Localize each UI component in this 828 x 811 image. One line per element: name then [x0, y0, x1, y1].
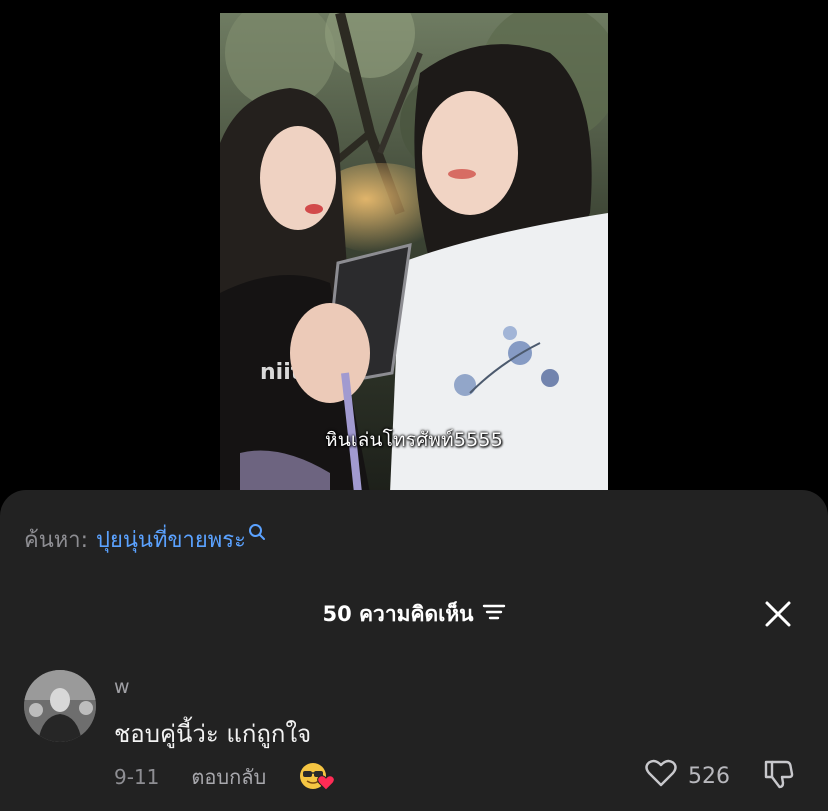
video-caption: หินเล่นโทรศัพท์5555 — [324, 429, 504, 451]
like-group: 526 — [644, 758, 730, 794]
comment-meta: 9-11 ตอบกลับ — [114, 760, 336, 794]
avatar[interactable] — [24, 670, 96, 742]
video-player[interactable]: niith หินเล่นโทรศัพท์5555 — [220, 13, 608, 493]
close-icon — [765, 601, 791, 627]
heart-icon — [317, 775, 336, 791]
comment-text: ชอบคู่นี้ว่ะ แก่ถูกใจ — [114, 720, 312, 748]
like-icon[interactable] — [644, 758, 678, 794]
video-frame-image: niith — [220, 13, 608, 493]
search-term-link[interactable]: ปุยนุ่นที่ขายพระ — [96, 522, 246, 557]
like-count: 526 — [688, 763, 730, 789]
dislike-button[interactable] — [762, 758, 796, 794]
reply-button[interactable]: ตอบกลับ — [191, 761, 266, 793]
comment-username[interactable]: w — [114, 676, 130, 698]
page: niith หินเล่นโทรศัพท์5555 ค้นหา: ปุยนุ่น… — [0, 0, 828, 811]
reaction-badge[interactable] — [298, 760, 336, 794]
comment-date: 9-11 — [114, 765, 160, 789]
search-prefix-label: ค้นหา: — [24, 528, 89, 553]
search-icon — [248, 522, 266, 547]
comments-sheet: ค้นหา: ปุยนุ่นที่ขายพระ 50 ความคิดเห็น w… — [0, 490, 828, 811]
comments-header: 50 ความคิดเห็น — [0, 598, 828, 631]
dislike-icon — [764, 760, 794, 789]
related-search[interactable]: ค้นหา: ปุยนุ่นที่ขายพระ — [24, 522, 266, 557]
comments-count-title: 50 ความคิดเห็น — [322, 602, 474, 626]
comment-item: w ชอบคู่นี้ว่ะ แก่ถูกใจ 9-11 ตอบกลับ 526 — [24, 670, 804, 800]
close-button[interactable] — [764, 600, 792, 628]
sort-filter-icon[interactable] — [482, 602, 506, 627]
